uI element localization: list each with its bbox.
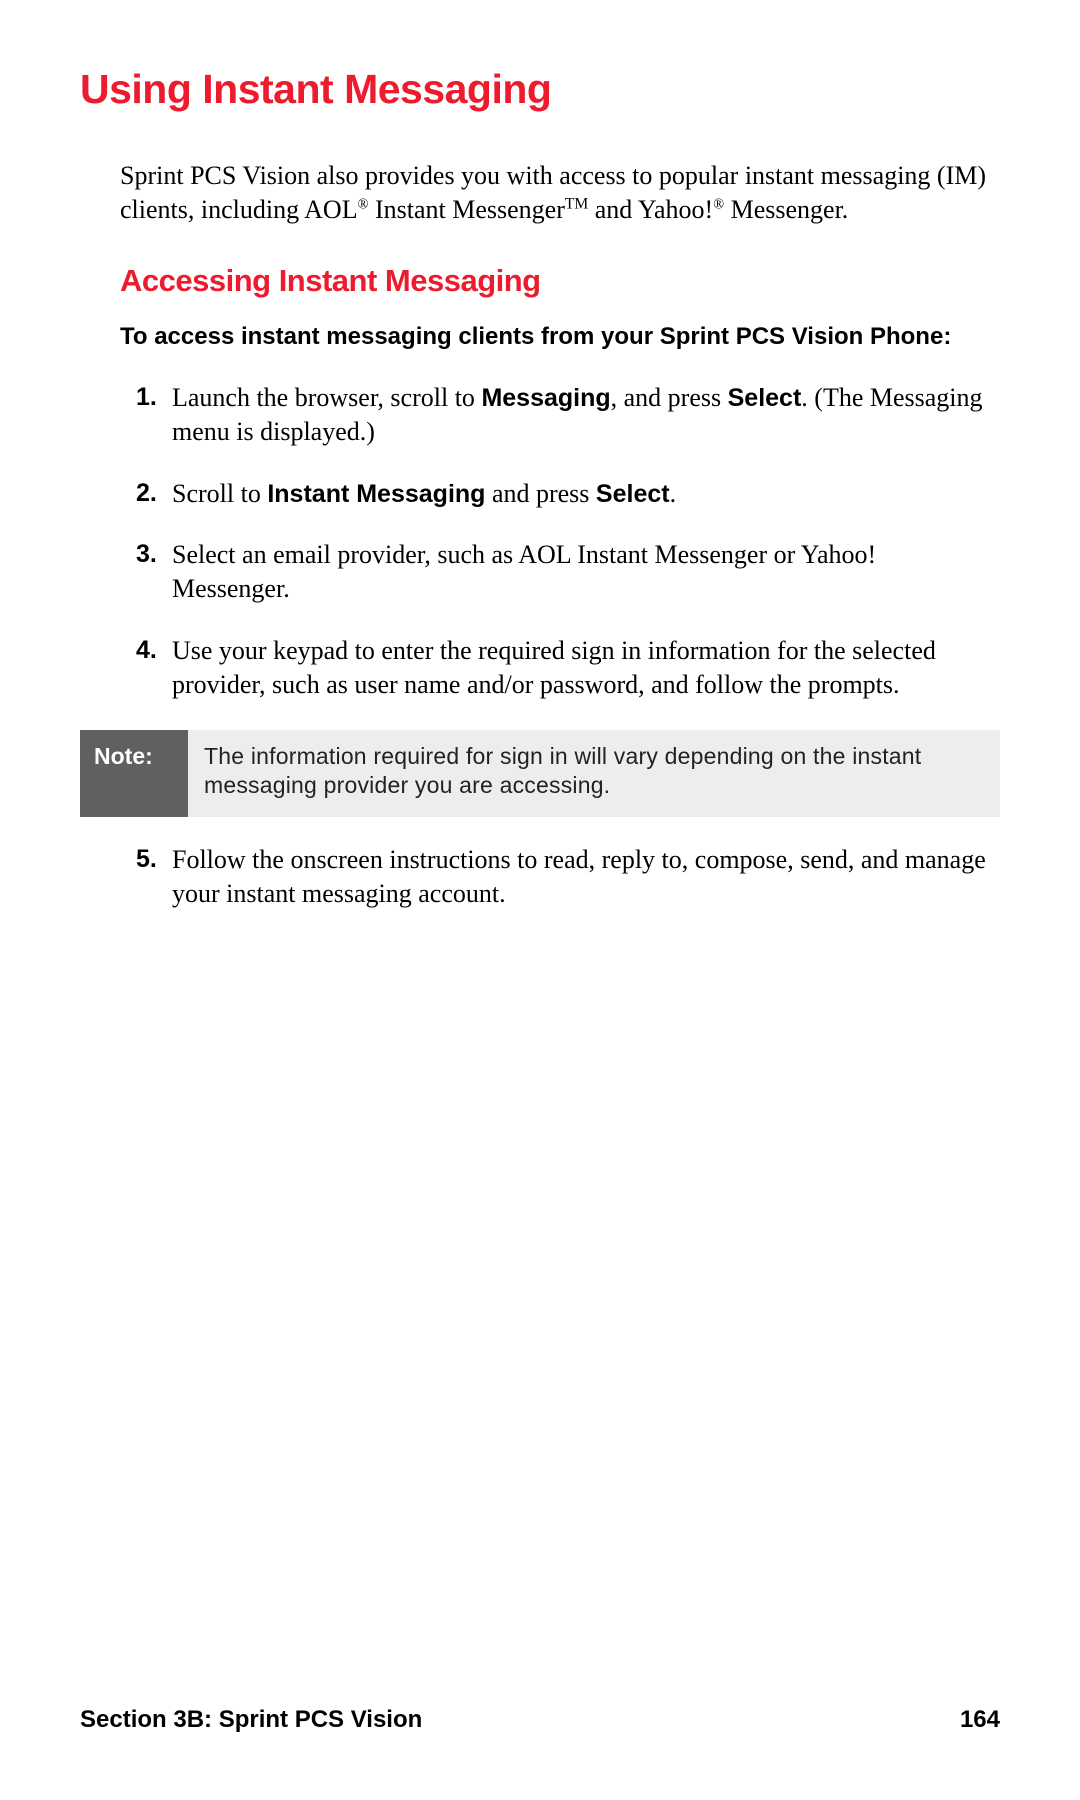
note-label: Note: xyxy=(80,730,188,818)
step-5: 5. Follow the onscreen instructions to r… xyxy=(120,843,1000,911)
intro-text-c: and Yahoo! xyxy=(588,195,713,224)
step-text: Scroll to Instant Messaging and press Se… xyxy=(172,477,1000,511)
note-callout: Note: The information required for sign … xyxy=(80,730,1000,818)
registered-mark: ® xyxy=(358,196,369,212)
page-number: 164 xyxy=(960,1706,1000,1734)
intro-paragraph: Sprint PCS Vision also provides you with… xyxy=(120,159,1000,227)
intro-text-d: Messenger. xyxy=(724,195,848,224)
trademark-mark: TM xyxy=(565,195,588,212)
step-number: 3. xyxy=(136,538,172,606)
step-2: 2. Scroll to Instant Messaging and press… xyxy=(120,477,1000,511)
step-number: 2. xyxy=(136,477,172,511)
step-text: Follow the onscreen instructions to read… xyxy=(172,843,1000,911)
page-title: Using Instant Messaging xyxy=(80,66,1000,113)
document-page: Using Instant Messaging Sprint PCS Visio… xyxy=(0,0,1080,911)
procedure-lead: To access instant messaging clients from… xyxy=(120,321,1000,353)
step-number: 5. xyxy=(136,843,172,911)
step-number: 4. xyxy=(136,634,172,702)
step-1: 1. Launch the browser, scroll to Messagi… xyxy=(120,381,1000,449)
ordered-steps: 1. Launch the browser, scroll to Messagi… xyxy=(120,381,1000,911)
section-heading: Accessing Instant Messaging xyxy=(120,263,1000,299)
intro-text-b: Instant Messenger xyxy=(368,195,564,224)
note-text: The information required for sign in wil… xyxy=(188,730,1000,818)
footer-section: Section 3B: Sprint PCS Vision xyxy=(80,1706,422,1734)
page-footer: Section 3B: Sprint PCS Vision 164 xyxy=(80,1706,1000,1734)
step-text: Use your keypad to enter the required si… xyxy=(172,634,1000,702)
step-4: 4. Use your keypad to enter the required… xyxy=(120,634,1000,702)
registered-mark: ® xyxy=(713,196,724,212)
step-text: Select an email provider, such as AOL In… xyxy=(172,538,1000,606)
page-body: Sprint PCS Vision also provides you with… xyxy=(80,159,1000,911)
step-3: 3. Select an email provider, such as AOL… xyxy=(120,538,1000,606)
step-text: Launch the browser, scroll to Messaging,… xyxy=(172,381,1000,449)
step-number: 1. xyxy=(136,381,172,449)
